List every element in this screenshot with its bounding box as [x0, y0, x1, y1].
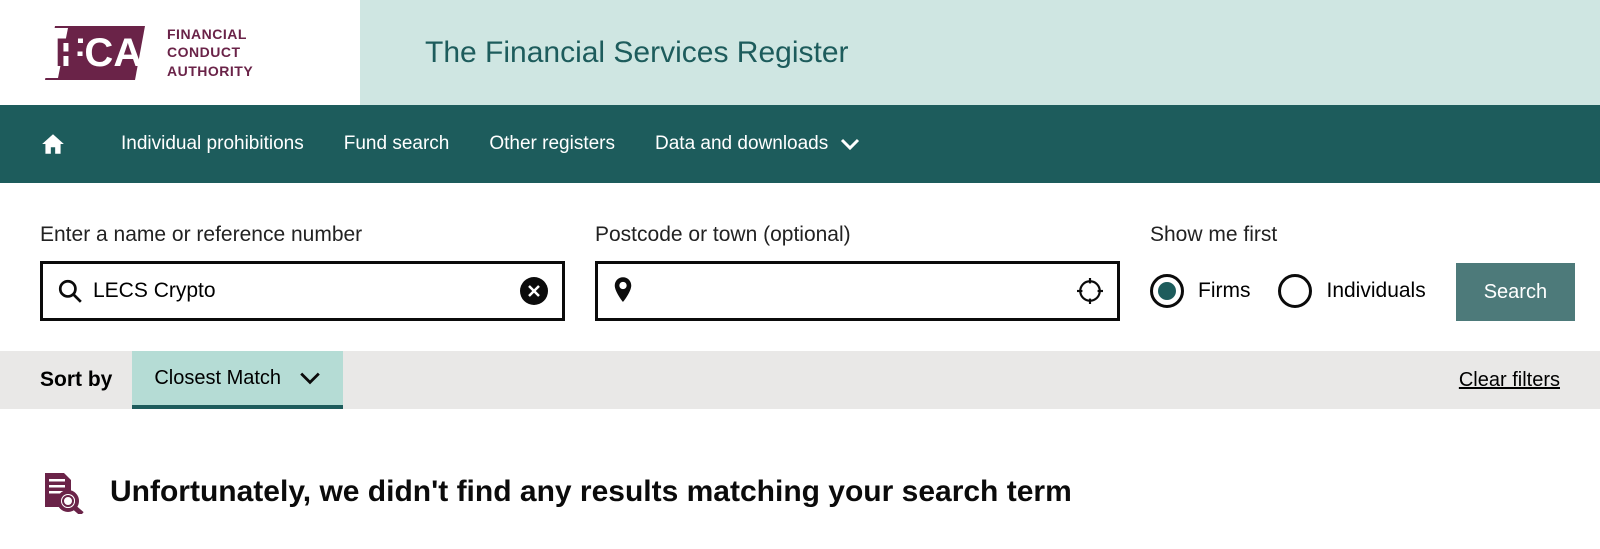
- crosshair-icon[interactable]: [1077, 278, 1103, 304]
- show-first-radio-group: Firms Individuals: [1150, 261, 1426, 321]
- radio-circle-icon: [1150, 274, 1184, 308]
- search-postcode-group: Postcode or town (optional): [595, 223, 1120, 321]
- search-postcode-input[interactable]: [634, 279, 1077, 303]
- fca-logo[interactable]: FCA F FINANCIAL CONDUCT AUTHORITY: [40, 18, 253, 88]
- nav-fund-search[interactable]: Fund search: [344, 133, 450, 155]
- nav-individual-prohibitions[interactable]: Individual prohibitions: [121, 133, 304, 155]
- radio-firms[interactable]: Firms: [1150, 274, 1250, 308]
- nav-item-label: Fund search: [344, 133, 450, 155]
- search-name-input[interactable]: [83, 279, 520, 303]
- map-pin-icon: [612, 277, 634, 305]
- radio-individuals[interactable]: Individuals: [1278, 274, 1425, 308]
- search-name-input-wrapper: [40, 261, 565, 321]
- show-first-group: Show me first Firms Individuals: [1150, 223, 1426, 321]
- search-icon: [57, 278, 83, 304]
- nav-item-label: Data and downloads: [655, 133, 828, 155]
- svg-text:F: F: [55, 31, 79, 75]
- search-section: Enter a name or reference number Postcod…: [0, 183, 1600, 351]
- radio-label: Firms: [1198, 279, 1250, 303]
- search-button[interactable]: Search: [1456, 263, 1575, 321]
- page-title: The Financial Services Register: [425, 36, 849, 70]
- close-icon: [528, 285, 540, 297]
- header: FCA F FINANCIAL CONDUCT AUTHORITY The Fi…: [0, 0, 1600, 105]
- sort-selected: Closest Match: [154, 367, 281, 390]
- no-results-icon: [40, 469, 85, 514]
- home-icon: [40, 131, 66, 157]
- fca-logo-text: FINANCIAL CONDUCT AUTHORITY: [167, 25, 253, 80]
- clear-search-button[interactable]: [520, 277, 548, 305]
- sort-dropdown[interactable]: Closest Match: [132, 351, 343, 409]
- nav-data-downloads[interactable]: Data and downloads: [655, 133, 860, 155]
- sort-bar: Sort by Closest Match Clear filters: [0, 351, 1600, 409]
- clear-filters-link[interactable]: Clear filters: [1459, 369, 1560, 392]
- search-name-group: Enter a name or reference number: [40, 223, 565, 321]
- search-postcode-label: Postcode or town (optional): [595, 223, 1120, 247]
- sort-label: Sort by: [40, 368, 112, 392]
- results-section: Unfortunately, we didn't find any result…: [0, 409, 1600, 544]
- logo-section: FCA F FINANCIAL CONDUCT AUTHORITY: [0, 0, 360, 105]
- nav-item-label: Individual prohibitions: [121, 133, 304, 155]
- radio-circle-icon: [1278, 274, 1312, 308]
- nav-item-label: Other registers: [489, 133, 615, 155]
- search-postcode-input-wrapper: [595, 261, 1120, 321]
- nav-home[interactable]: [40, 131, 66, 157]
- radio-label: Individuals: [1326, 279, 1425, 303]
- fca-logo-mark: FCA F: [40, 18, 155, 88]
- no-results-message: Unfortunately, we didn't find any result…: [110, 475, 1072, 509]
- search-name-label: Enter a name or reference number: [40, 223, 565, 247]
- sort-left: Sort by Closest Match: [40, 351, 343, 409]
- chevron-down-icon: [299, 371, 321, 385]
- nav-other-registers[interactable]: Other registers: [489, 133, 615, 155]
- main-nav: Individual prohibitions Fund search Othe…: [0, 105, 1600, 183]
- chevron-down-icon: [840, 138, 860, 150]
- show-first-label: Show me first: [1150, 223, 1426, 247]
- title-section: The Financial Services Register: [360, 0, 1600, 105]
